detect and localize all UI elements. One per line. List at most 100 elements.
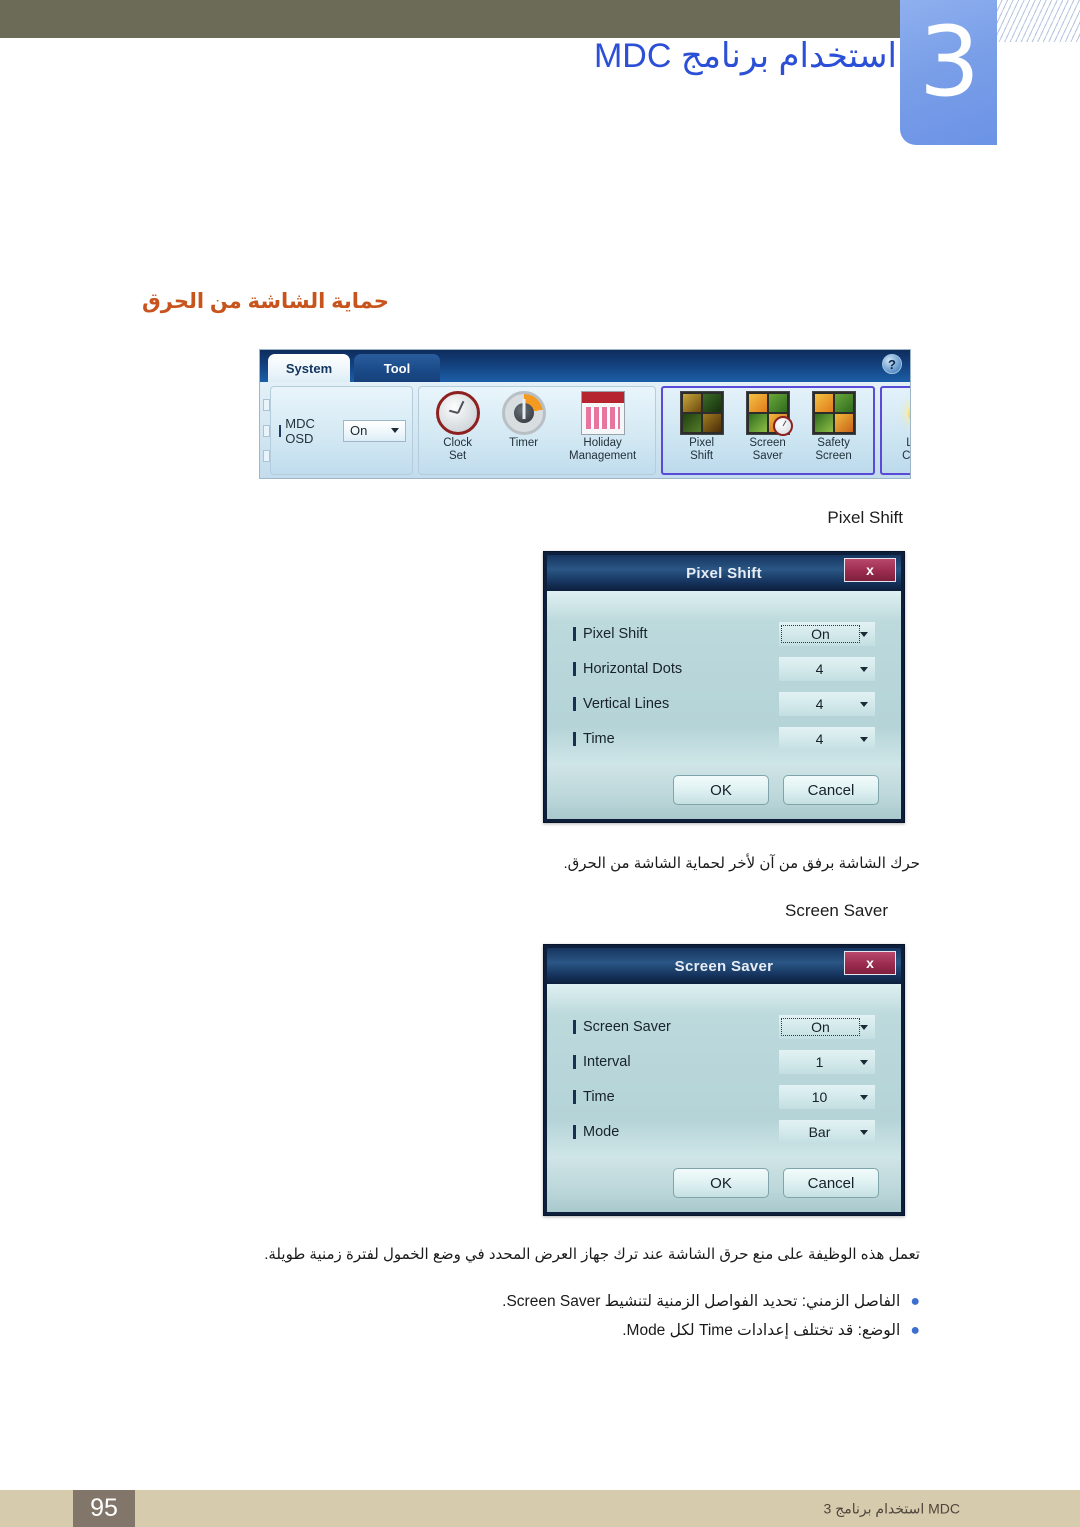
footer-text: MDC استخدام برنامج 3 (823, 1500, 960, 1516)
tab-tool[interactable]: Tool (354, 354, 440, 382)
close-icon[interactable]: x (844, 951, 896, 975)
photo-grid-icon (811, 390, 856, 435)
screen-saver-dialog-footer: OK Cancel (547, 1158, 901, 1212)
toolbar-item-clock-set-label: Clock Set (443, 437, 472, 464)
help-icon-label: ? (888, 356, 896, 372)
list-item: ● الفاصل الزمني: تحديد الفواصل الزمنية ل… (160, 1292, 920, 1311)
rail-notch (263, 449, 270, 462)
label-line2: Shift (690, 450, 714, 463)
chevron-down-icon (860, 1094, 868, 1100)
mdc-osd-value: On (349, 423, 368, 438)
form-row: Horizontal Dots 4 (573, 652, 875, 686)
toolbar-group-time: Clock Set Timer Holiday Management (417, 386, 656, 475)
chevron-down-icon (860, 1129, 868, 1135)
photo-grid-icon (679, 390, 724, 435)
form-row: Pixel Shift On (573, 617, 875, 651)
chapter-number: 3 (918, 6, 980, 118)
chevron-down-icon (860, 736, 868, 742)
timer-icon (501, 390, 546, 435)
chevron-down-icon (860, 701, 868, 707)
tab-system[interactable]: System (268, 354, 350, 382)
field-label: Vertical Lines (573, 696, 669, 712)
field-label: Time (573, 1089, 615, 1105)
time-select[interactable]: 4 (779, 727, 875, 751)
field-label: Pixel Shift (573, 626, 647, 642)
ok-button[interactable]: OK (673, 775, 769, 805)
label-line1: Screen (749, 436, 786, 449)
header-hatch-pattern (985, 0, 1080, 42)
label-line1: Holiday (583, 436, 622, 449)
screen-saver-caption: Screen Saver (785, 901, 888, 920)
toolbar-item-pixel-shift[interactable]: Pixel Shift (669, 387, 735, 475)
mdc-toolbar-screenshot: System Tool ? MDC OSD On Clock Set Timer… (259, 349, 911, 479)
pixel-shift-value: On (781, 625, 860, 643)
mode-select[interactable]: Bar (779, 1120, 875, 1144)
toolbar-group-lamp: Lamp Control (879, 386, 910, 475)
page-footer: 95 MDC استخدام برنامج 3 (0, 1490, 1080, 1527)
lightbulb-icon (899, 391, 910, 435)
toolbar-left-rail (263, 386, 270, 475)
field-label: Interval (573, 1054, 631, 1070)
toolbar-item-timer[interactable]: Timer (491, 387, 557, 475)
chevron-down-icon (860, 631, 868, 637)
bullet-dot-icon: ● (910, 1322, 920, 1339)
tab-system-label: System (285, 360, 333, 376)
toolbar-item-lamp-control-label: Lamp Control (902, 437, 910, 464)
label-line1: Timer (509, 436, 539, 449)
bullet-text: الفاصل الزمني: تحديد الفواصل الزمنية لتن… (502, 1293, 901, 1310)
screen-saver-select[interactable]: On (779, 1015, 875, 1039)
toolbar-item-timer-label: Timer (509, 437, 538, 451)
toolbar-item-holiday-management-label: Holiday Management (569, 437, 636, 464)
form-row: Vertical Lines 4 (573, 687, 875, 721)
mdc-osd-select[interactable]: On (342, 419, 406, 442)
interval-value: 1 (815, 1054, 824, 1070)
screen-saver-dialog-body: Screen Saver On Interval 1 Time 10 Mode … (547, 984, 901, 1158)
form-row: Time 10 (573, 1080, 875, 1114)
pixel-shift-dialog-title: Pixel Shift (686, 564, 762, 582)
toolbar-item-clock-set[interactable]: Clock Set (425, 387, 491, 475)
toolbar-item-safety-screen[interactable]: Safety Screen (801, 387, 867, 475)
screen-saver-dialog: Screen Saver x Screen Saver On Interval … (543, 944, 905, 1216)
page-title-text: استخدام برنامج MDC (593, 37, 897, 75)
pixel-shift-dialog-footer: OK Cancel (547, 765, 901, 819)
pixel-shift-note: حرك الشاشة برفق من آن لأخر لحماية الشاشة… (563, 855, 920, 872)
label-line1: Clock (443, 436, 472, 449)
label-line2: Screen (815, 450, 852, 463)
page-header: 3 استخدام برنامج MDC (0, 0, 1080, 150)
chevron-down-icon (860, 666, 868, 672)
field-label: Mode (573, 1124, 619, 1140)
header-olive-bar (0, 0, 900, 38)
close-icon-label: x (866, 562, 874, 578)
chevron-down-icon (860, 1059, 868, 1065)
chevron-down-icon (860, 1024, 868, 1030)
chapter-number-block: 3 (900, 0, 997, 145)
close-icon[interactable]: x (844, 558, 896, 582)
rail-notch (263, 424, 270, 437)
chevron-down-icon (390, 428, 399, 433)
toolbar-item-holiday-management[interactable]: Holiday Management (557, 387, 649, 475)
time-select[interactable]: 10 (779, 1085, 875, 1109)
bullet-text: الوضع: قد تختلف إعدادات Time لكل Mode. (622, 1322, 901, 1339)
form-row: Screen Saver On (573, 1010, 875, 1044)
form-row: Interval 1 (573, 1045, 875, 1079)
toolbar-item-safety-screen-label: Safety Screen (815, 437, 851, 464)
toolbar-group-osd: MDC OSD On (270, 386, 413, 475)
interval-select[interactable]: 1 (779, 1050, 875, 1074)
mode-value: Bar (808, 1124, 831, 1140)
pixel-shift-select[interactable]: On (779, 622, 875, 646)
horizontal-dots-value: 4 (815, 661, 824, 677)
cancel-button[interactable]: Cancel (783, 1168, 879, 1198)
clock-overlay-icon (772, 415, 793, 436)
toolbar-item-screen-saver[interactable]: Screen Saver (735, 387, 801, 475)
toolbar-item-screen-saver-label: Screen Saver (749, 437, 785, 464)
bullet-dot-icon: ● (910, 1293, 920, 1310)
horizontal-dots-select[interactable]: 4 (779, 657, 875, 681)
label-line1: Safety (817, 436, 850, 449)
calendar-icon (580, 390, 625, 435)
mdc-osd-label: MDC OSD (279, 416, 331, 446)
ok-button[interactable]: OK (673, 1168, 769, 1198)
help-icon[interactable]: ? (882, 354, 902, 374)
cancel-button[interactable]: Cancel (783, 775, 879, 805)
toolbar-item-lamp-control[interactable]: Lamp Control (888, 387, 910, 475)
vertical-lines-select[interactable]: 4 (779, 692, 875, 716)
